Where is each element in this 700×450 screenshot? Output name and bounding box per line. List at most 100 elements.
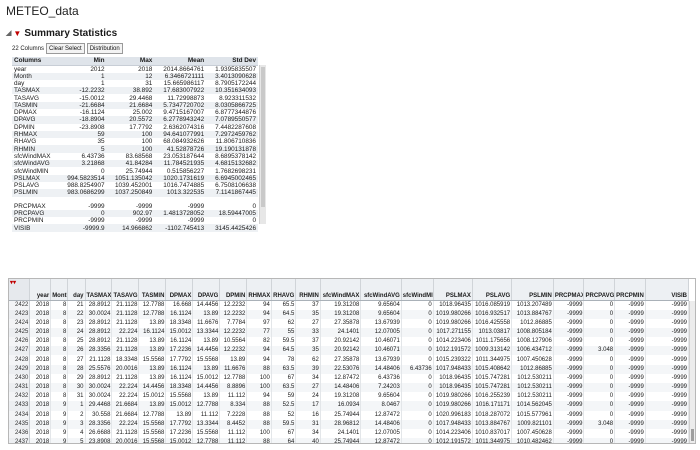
summary-row[interactable]: sfcWindAVG 3.21868 41.84284 11.784521935 4.6… xyxy=(12,160,258,168)
grid-header-prcpmin[interactable]: PRCPMIN xyxy=(614,279,646,301)
red-menu-icon[interactable]: ▼ xyxy=(13,29,21,38)
table-row[interactable]: 2424 2018 8 23 28.8912 21.1128 13.89 18.3348 11.… xyxy=(9,318,690,328)
table-cell: 22 xyxy=(67,309,86,319)
grid-header-prcpavg[interactable]: PRCPAVG xyxy=(583,279,616,301)
grid-header-pslavg[interactable]: PSLAVG xyxy=(472,279,513,301)
grid-header-sfcwindavg[interactable]: sfcWindAVG xyxy=(360,279,402,301)
table-cell: 9 xyxy=(50,438,69,443)
row-number[interactable]: 2435 xyxy=(9,419,31,429)
table-cell: -9999 xyxy=(553,318,585,328)
row-number[interactable]: 2429 xyxy=(9,364,31,374)
table-row[interactable]: 2436 2018 9 4 26.6688 21.1128 15.5568 17.2236 15… xyxy=(9,428,690,439)
summary-header-columns[interactable]: Columns xyxy=(12,57,59,66)
summary-row[interactable]: RHMAX 59 100 94.641077991 7.2972459762 xyxy=(12,130,258,139)
grid-header-year[interactable]: year xyxy=(29,279,52,301)
grid-header-sfcwindmin[interactable]: sfcWindMIN xyxy=(401,279,434,301)
table-row[interactable]: 2426 2018 8 25 28.8912 21.1128 13.89 16.1124 13.… xyxy=(9,337,690,347)
summary-row[interactable]: PSLMIN 983.0686299 1037.250849 1013.322535 7… xyxy=(12,189,258,197)
summary-scrollbar[interactable] xyxy=(259,65,266,224)
grid-header-rhavg[interactable]: RHAVG xyxy=(271,279,297,301)
summary-row[interactable]: sfcWindMIN 0 25.74944 0.515856227 1.76826982… xyxy=(12,167,258,175)
grid-header-rhmax[interactable]: RHMAX xyxy=(246,279,272,301)
table-cell: 31 xyxy=(295,419,321,429)
table-row[interactable]: 2434 2018 9 2 30.558 21.6684 12.7788 13.89 11.11… xyxy=(9,410,690,420)
disclosure-icon[interactable]: ◢ xyxy=(6,29,11,37)
summary-row[interactable]: RHAVG 35 100 68.084932626 11.806710836 xyxy=(12,138,258,145)
summary-header-min[interactable]: Min xyxy=(58,57,107,66)
table-cell: 16.1124 xyxy=(165,364,194,374)
table-cell: 78 xyxy=(271,355,297,365)
summary-row[interactable]: day 1 31 15.665986117 8.7905172244 xyxy=(12,80,258,87)
table-row[interactable]: 2430 2018 8 29 28.8912 21.1128 13.89 16.1124 15.… xyxy=(9,373,690,383)
summary-row[interactable]: TASMAX -12.2232 38.892 17.683007922 10.35163… xyxy=(12,87,258,95)
row-number[interactable]: 2428 xyxy=(9,355,31,365)
summary-header-max[interactable]: Max xyxy=(106,57,155,66)
row-number[interactable]: 2437 xyxy=(9,438,31,443)
summary-row[interactable]: DPAVG -18.8904 20.5572 6.2778943242 7.078955… xyxy=(12,116,258,124)
row-number[interactable]: 2423 xyxy=(9,309,31,319)
summary-cell: 6.3466721111 xyxy=(154,72,207,80)
table-row[interactable]: 2422 2018 8 21 28.8912 21.1128 12.7788 16.668 14… xyxy=(9,300,690,310)
summary-header-mean[interactable]: Mean xyxy=(154,57,207,66)
table-row[interactable]: 2423 2018 8 22 30.0024 21.1128 12.7788 16.1124 1… xyxy=(9,309,690,319)
table-row[interactable]: 2428 2018 8 27 21.1128 18.3348 15.5568 17.7792 1… xyxy=(9,355,690,365)
summary-row[interactable]: VISIB -9999.9 14.966862 -1102.745413 3145.44… xyxy=(12,224,258,232)
table-row[interactable]: 2435 2018 9 3 28.3356 22.224 15.5568 17.7792 13.… xyxy=(9,419,690,429)
row-number[interactable]: 2427 xyxy=(9,346,31,356)
grid-scroll-thumb[interactable] xyxy=(691,429,694,441)
grid-header-dpmin[interactable]: DPMIN xyxy=(219,279,248,301)
summary-row[interactable]: PSLMAX 994.5823514 1051.135042 1020.1731619… xyxy=(12,174,258,182)
table-row[interactable]: 2429 2018 8 28 25.5576 20.0016 13.89 16.1124 13.… xyxy=(9,364,690,374)
summary-row[interactable]: PRCPMIN -9999 -9999 -9999 0 xyxy=(12,217,258,224)
grid-header-tasmin[interactable]: TASMIN xyxy=(138,279,167,301)
grid-header-day[interactable]: day xyxy=(67,279,86,301)
row-number[interactable]: 2422 xyxy=(9,300,31,310)
grid-header-tasmax[interactable]: TASMAX xyxy=(85,279,113,301)
grid-header-pslmin[interactable]: PSLMIN xyxy=(511,279,554,301)
grid-header-pslmax[interactable]: PSLMAX xyxy=(433,279,473,301)
summary-row[interactable]: Month 1 12 6.3466721111 3.4013090628 xyxy=(12,72,258,80)
table-row[interactable]: 2437 2018 9 5 23.8908 20.0016 15.5568 15.0012 12… xyxy=(9,438,690,443)
table-row[interactable]: 2431 2018 8 30 30.0024 22.224 14.4456 18.3348 14… xyxy=(9,383,690,393)
table-row[interactable]: 2432 2018 8 31 30.0024 22.224 15.0012 15.5568 13… xyxy=(9,392,690,402)
summary-row[interactable]: RHMIN 5 100 41.52878726 19.190131878 xyxy=(12,145,258,153)
grid-header-visib[interactable]: VISIB xyxy=(645,279,690,301)
summary-row[interactable]: TASMIN -21.6684 21.6684 5.7347720702 8.03058… xyxy=(12,101,258,109)
table-cell: 6.43736 xyxy=(360,373,402,383)
clear-select-button[interactable]: Clear Select xyxy=(46,43,85,54)
row-number[interactable]: 2433 xyxy=(9,401,31,411)
summary-row[interactable]: DPMAX -16.1124 25.002 9.4715167007 6.8777344… xyxy=(12,109,258,116)
summary-header-std-dev[interactable]: Std Dev xyxy=(206,57,258,66)
row-number[interactable]: 2434 xyxy=(9,410,31,420)
row-number[interactable]: 2425 xyxy=(9,327,31,338)
table-row[interactable]: 2433 2018 9 1 29.4468 21.6684 13.89 15.0012 12.7… xyxy=(9,401,690,411)
summary-row[interactable]: sfcWindMAX 6.43736 83.68568 23.053187644 8.6… xyxy=(12,153,258,160)
table-row[interactable]: 2425 2018 8 24 28.8912 22.224 16.1124 15.0012 13… xyxy=(9,327,690,338)
grid-header-sfcwindmax[interactable]: sfcWindMAX xyxy=(320,279,362,301)
row-number[interactable]: 2426 xyxy=(9,337,31,347)
summary-scroll-thumb[interactable] xyxy=(261,67,265,207)
row-number[interactable]: 2430 xyxy=(9,373,31,383)
grid-corner[interactable]: ▾▾ xyxy=(9,279,31,301)
summary-row[interactable]: PSLAVG 988.8254907 1039.452001 1016.7474885… xyxy=(12,182,258,189)
grid-vertical-scrollbar[interactable] xyxy=(689,301,695,443)
summary-row[interactable]: TASAVG -15.0012 29.4468 11.72998873 8.923311… xyxy=(12,94,258,102)
row-number[interactable]: 2431 xyxy=(9,383,31,393)
summary-row[interactable]: DPMIN -23.8908 17.7792 2.6362074316 7.448228… xyxy=(12,124,258,131)
distribution-button[interactable]: Distribution xyxy=(86,43,123,54)
summary-row[interactable]: year 2012 2018 2014.8664761 1.9395835507 xyxy=(12,65,258,73)
grid-header-dpavg[interactable]: DPAVG xyxy=(192,279,221,301)
summary-row[interactable]: PRCPMAX -9999 -9999 -9999 0 xyxy=(12,203,258,210)
table-cell: 20.92142 xyxy=(320,346,362,356)
row-number[interactable]: 2424 xyxy=(9,318,31,328)
grid-header-tasavg[interactable]: TASAVG xyxy=(111,279,140,301)
row-number[interactable]: 2432 xyxy=(9,392,31,402)
row-number[interactable]: 2436 xyxy=(9,428,31,439)
grid-header-prcpmax[interactable]: PRCPMAX xyxy=(553,279,585,301)
grid-header-dpmax[interactable]: DPMAX xyxy=(165,279,194,301)
table-row[interactable]: 2427 2018 8 26 28.3356 21.1128 13.89 17.2236 14.… xyxy=(9,346,690,356)
summary-row[interactable]: PRCPAVG 0 902.97 1.4813728052 18.59447005 xyxy=(12,209,258,218)
corner-menu-icon[interactable]: ▾▾ xyxy=(10,280,16,286)
grid-header-rhmin[interactable]: RHMIN xyxy=(295,279,321,301)
grid-header-month[interactable]: Month xyxy=(50,279,69,301)
